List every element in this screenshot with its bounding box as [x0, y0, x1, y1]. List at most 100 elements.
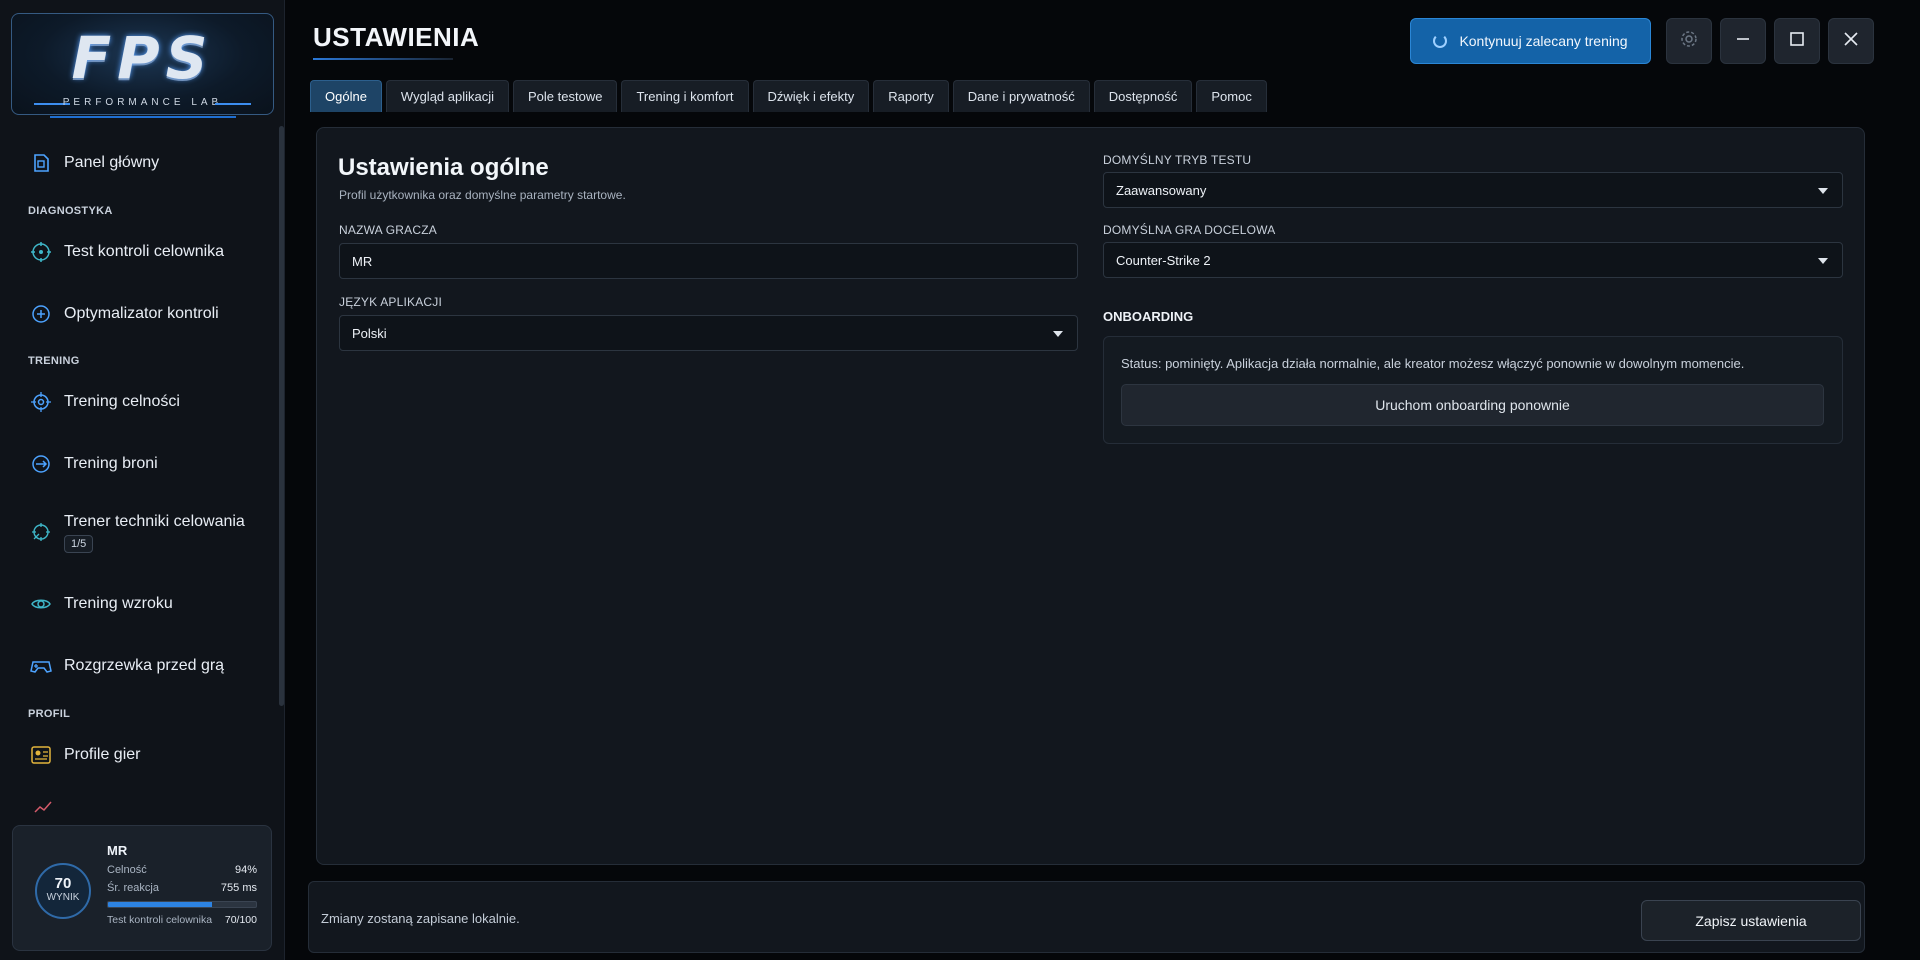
dashboard-icon — [28, 150, 54, 176]
tab-data-privacy[interactable]: Dane i prywatność — [952, 80, 1090, 112]
title-underline — [313, 58, 453, 60]
test-mode-select[interactable]: Zaawansowany — [1103, 172, 1843, 208]
continue-training-button[interactable]: Kontynuuj zalecany trening — [1410, 18, 1651, 64]
chevron-down-icon — [1053, 331, 1063, 337]
accuracy-value: 94% — [234, 864, 257, 876]
loading-spinner-icon — [1433, 34, 1448, 48]
section-subtitle: Profil użytkownika oraz domyślne paramet… — [339, 188, 626, 202]
test-label: Test kontroli celownika — [107, 914, 213, 926]
page-title: USTAWIENIA — [313, 22, 480, 52]
language-label: JĘZYK APLIKACJI — [339, 295, 443, 309]
aim-technique-progress-badge: 1/5 — [64, 535, 94, 553]
sidebar-item-crosshair-test[interactable]: Test kontroli celownika — [28, 232, 224, 272]
settings-footer — [308, 881, 1865, 953]
nav-section-diagnostics: DIAGNOSTYKA — [28, 205, 113, 217]
app-logo[interactable]: FPS PERFORMANCE LAB — [11, 13, 274, 115]
score-value: 70 — [54, 875, 72, 892]
test-progress-fill — [108, 902, 212, 907]
tab-accessibility[interactable]: Dostępność — [1093, 80, 1193, 112]
player-name-input[interactable] — [352, 253, 1041, 269]
crosshair-test-icon — [28, 239, 54, 265]
onboarding-title: ONBOARDING — [1103, 309, 1194, 324]
tab-sound-effects[interactable]: Dźwięk i efekty — [752, 80, 870, 112]
tab-reports[interactable]: Raporty — [873, 80, 949, 112]
sidebar-item-label: Trening celności — [64, 393, 180, 410]
chevron-down-icon — [1818, 188, 1828, 194]
nav-section-profile: PROFIL — [28, 708, 71, 720]
close-icon — [1843, 31, 1859, 52]
sidebar-item-accuracy-training[interactable]: Trening celności — [28, 382, 180, 422]
section-title: Ustawienia ogólne — [338, 154, 549, 181]
tab-appearance[interactable]: Wygląd aplikacji — [385, 80, 510, 112]
reaction-row: Śr. reakcja 755 ms — [107, 882, 257, 894]
score-label: WYNIK — [46, 892, 80, 903]
test-progress-bar — [107, 901, 257, 908]
sidebar-scrollbar[interactable] — [279, 126, 284, 706]
close-button[interactable] — [1828, 18, 1874, 64]
sidebar: FPS PERFORMANCE LAB Panel główny DIAGNOS… — [0, 0, 285, 960]
aim-technique-icon — [28, 519, 54, 545]
target-game-select[interactable]: Counter-Strike 2 — [1103, 242, 1843, 278]
reaction-value: 755 ms — [220, 882, 257, 894]
logo-underline — [50, 116, 236, 118]
sidebar-item-label: Trening broni — [64, 455, 158, 472]
gamepad-icon — [28, 653, 54, 679]
tab-help[interactable]: Pomoc — [1196, 80, 1267, 112]
test-value: 70/100 — [224, 914, 257, 926]
chevron-down-icon — [1818, 258, 1828, 264]
profile-card-icon — [28, 742, 54, 768]
onboarding-status: Status: pominięty. Aplikacja działa norm… — [1121, 356, 1745, 371]
maximize-icon — [1789, 31, 1805, 52]
eye-icon — [28, 591, 54, 617]
target-game-value: Counter-Strike 2 — [1116, 252, 1211, 268]
test-row: Test kontroli celownika 70/100 — [107, 914, 257, 926]
logo-wordmark: FPS — [71, 24, 214, 92]
stats-chart-icon[interactable] — [34, 800, 52, 819]
minimize-icon — [1735, 31, 1751, 52]
sidebar-item-game-profiles[interactable]: Profile gier — [28, 735, 140, 775]
sidebar-item-vision-training[interactable]: Trening wzroku — [28, 584, 173, 624]
weapon-icon — [28, 451, 54, 477]
sidebar-item-label: Panel główny — [64, 154, 160, 171]
language-select[interactable]: Polski — [339, 315, 1078, 351]
player-name-field[interactable] — [339, 243, 1078, 279]
save-settings-button[interactable]: Zapisz ustawienia — [1641, 900, 1861, 941]
tab-test-field[interactable]: Pole testowe — [513, 80, 618, 112]
continue-training-label: Kontynuuj zalecany trening — [1459, 33, 1628, 49]
test-mode-label: DOMYŚLNY TRYB TESTU — [1103, 153, 1252, 167]
nav-section-training: TRENING — [28, 355, 80, 367]
profile-summary-card[interactable]: 70 WYNIK MR Celność 94% Śr. reakcja 755 … — [12, 825, 272, 951]
settings-button[interactable] — [1666, 18, 1712, 64]
sidebar-item-aim-technique[interactable]: Trener techniki celowania — [28, 512, 245, 552]
sidebar-item-dashboard[interactable]: Panel główny — [28, 143, 159, 183]
restart-onboarding-button[interactable]: Uruchom onboarding ponownie — [1121, 384, 1824, 426]
sidebar-item-label: Profile gier — [64, 746, 141, 763]
gear-icon — [1679, 29, 1699, 54]
reaction-label: Śr. reakcja — [107, 882, 159, 894]
sidebar-item-weapon-training[interactable]: Trening broni — [28, 444, 158, 484]
sidebar-item-label: Optymalizator kontroli — [64, 305, 219, 322]
target-icon — [28, 389, 54, 415]
accuracy-label: Celność — [107, 864, 147, 876]
footer-note: Zmiany zostaną zapisane lokalnie. — [321, 911, 520, 926]
settings-tabs: Ogólne Wygląd aplikacji Pole testowe Tre… — [310, 80, 1271, 112]
maximize-button[interactable] — [1774, 18, 1820, 64]
accuracy-row: Celność 94% — [107, 864, 257, 876]
sidebar-item-label: Test kontroli celownika — [64, 243, 225, 260]
sidebar-item-optimizer[interactable]: Optymalizator kontroli — [28, 294, 219, 334]
logo-line-right — [215, 103, 251, 105]
target-game-label: DOMYŚLNA GRA DOCELOWA — [1103, 223, 1276, 237]
language-value: Polski — [352, 325, 387, 341]
general-settings-panel — [316, 127, 1865, 865]
optimizer-icon — [28, 301, 54, 327]
tab-general[interactable]: Ogólne — [310, 80, 382, 112]
sidebar-item-label: Rozgrzewka przed grą — [64, 657, 225, 674]
test-mode-value: Zaawansowany — [1116, 182, 1207, 198]
sidebar-item-label: Trening wzroku — [64, 595, 173, 612]
player-name-label: NAZWA GRACZA — [339, 223, 437, 237]
profile-name: MR — [107, 843, 128, 858]
minimize-button[interactable] — [1720, 18, 1766, 64]
tab-training-comfort[interactable]: Trening i komfort — [621, 80, 749, 112]
sidebar-item-warmup[interactable]: Rozgrzewka przed grą — [28, 646, 224, 686]
sidebar-item-label: Trener techniki celowania — [64, 513, 245, 530]
